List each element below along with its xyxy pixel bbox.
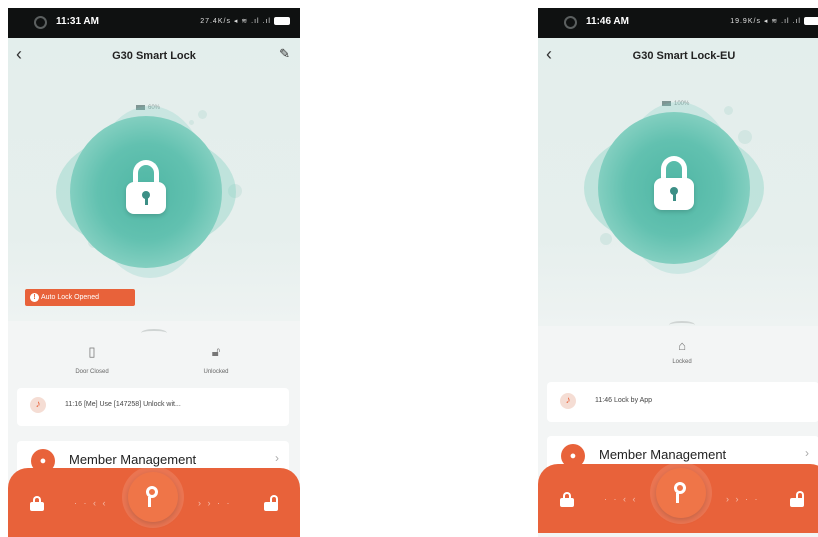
page-title: G30 Smart Lock-EU [632, 50, 736, 62]
status-icons: 27.4K/s ◂ ≋ .ıl .ıl [200, 17, 290, 26]
status-bar: 11:31 AM 27.4K/s ◂ ≋ .ıl .ıl [8, 8, 300, 38]
door-icon: ▯ [88, 344, 96, 359]
padlock-icon [654, 156, 694, 212]
key-slider-button[interactable] [128, 472, 178, 522]
locked-icon: ⌂ [678, 338, 686, 353]
unlock-icon[interactable] [790, 491, 804, 507]
nav-bar: ‹ G30 Smart Lock ✎ [8, 38, 300, 74]
last-log-card[interactable]: ♪ 11:46 Lock by App [547, 382, 818, 422]
last-log-card[interactable]: ♪ 11:16 [Me] Use [147258] Unlock wit... [17, 388, 289, 426]
battery-icon [274, 17, 290, 26]
drag-handle[interactable] [669, 321, 695, 329]
arrows-right-icon: › › · · [726, 494, 760, 504]
door-status: ▯ Door Closed [52, 344, 132, 375]
camera-cutout [564, 16, 577, 29]
lock-status: 🔓︎ Unlocked [176, 344, 256, 375]
lock-icon[interactable] [560, 492, 574, 507]
page-title: G30 Smart Lock [112, 50, 196, 62]
unlocked-icon: 🔓︎ [211, 344, 221, 359]
chevron-right-icon: › [275, 451, 279, 465]
bell-icon: ♪ [560, 393, 576, 409]
battery-icon [804, 17, 818, 26]
slide-to-unlock-bar: · · ‹ ‹ › › · · [538, 464, 818, 533]
status-bar: 11:46 AM 19.9K/s ◂ ≋ .ıl .ıl [538, 8, 818, 38]
bell-icon: ♪ [30, 397, 46, 413]
unlock-icon[interactable] [264, 495, 278, 511]
nav-bar: ‹ G30 Smart Lock-EU ✎ [538, 38, 818, 74]
status-time: 11:31 AM [56, 16, 99, 27]
chevron-right-icon: › [805, 446, 809, 460]
drag-handle[interactable] [141, 329, 167, 337]
lock-toggle-button[interactable] [584, 102, 764, 274]
arrows-left-icon: · · ‹ ‹ [74, 498, 108, 508]
arrows-right-icon: › › · · [198, 498, 232, 508]
warning-icon: ! [30, 293, 39, 302]
camera-cutout [34, 16, 47, 29]
phone-screen-right: 11:46 AM 19.9K/s ◂ ≋ .ıl .ıl ‹ G30 Smart… [538, 8, 818, 537]
auto-lock-alert[interactable]: ! Auto Lock Opened [25, 289, 135, 306]
edit-button[interactable]: ✎ [279, 46, 290, 62]
lock-status: ⌂ Locked [642, 338, 722, 365]
lock-toggle-button[interactable] [56, 106, 236, 278]
lock-icon[interactable] [30, 496, 44, 511]
phone-screen-left: 11:31 AM 27.4K/s ◂ ≋ .ıl .ıl ‹ G30 Smart… [8, 8, 300, 537]
arrows-left-icon: · · ‹ ‹ [604, 494, 638, 504]
key-slider-button[interactable] [656, 468, 706, 518]
status-time: 11:46 AM [586, 16, 629, 27]
status-icons: 19.9K/s ◂ ≋ .ıl .ıl [730, 17, 818, 26]
padlock-icon [126, 160, 166, 216]
slide-to-unlock-bar: · · ‹ ‹ › › · · [8, 468, 300, 537]
